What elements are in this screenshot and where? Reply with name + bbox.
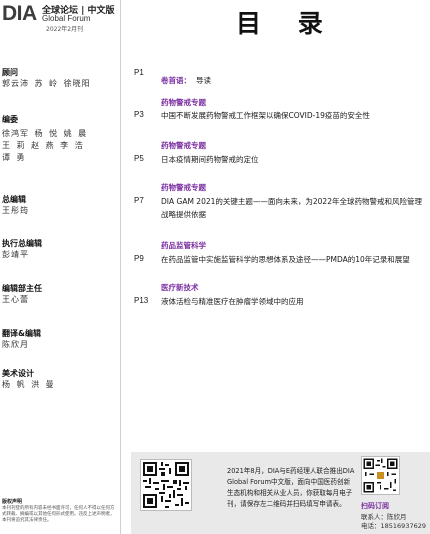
copyright-title: 版权声明	[2, 499, 23, 505]
toc-title: 日本疫情期间药物警戒的定位	[161, 155, 259, 164]
toc-category: 药物警戒专题	[161, 98, 206, 107]
toc-category: 药物警戒专题	[161, 141, 206, 150]
sidebar-section-chief-editor: 总编辑 王彤筠	[2, 194, 118, 217]
brand-title-en: Global Forum	[42, 14, 91, 23]
dia-logo: DIA	[2, 2, 37, 26]
qr-code-icon[interactable]	[361, 456, 400, 495]
names-line: 陈欣月	[2, 340, 29, 349]
toc-category: 医疗新技术	[161, 283, 199, 292]
sidebar-section-art-design: 美术设计 杨 帆 洪 曼	[2, 368, 118, 391]
section-title: 执行总编辑	[2, 239, 42, 248]
toc-body: DIA GAM 2021的关键主题——面向未来，为2022年全球药物警戒和风险管…	[161, 195, 427, 221]
section-names: 王彤筠	[2, 205, 118, 217]
sidebar-section-executive-editor: 执行总编辑 彭靖平	[2, 238, 118, 261]
sidebar-section-office-director: 编辑部主任 王心蕾	[2, 283, 118, 306]
toc-title: DIA GAM 2021的关键主题——面向未来，为2022年全球药物警戒和风险管…	[161, 197, 422, 219]
toc-title: 液体活检与精准医疗在肿瘤学领域中的应用	[161, 297, 304, 306]
brand-header: DIA 全球论坛 | 中文版 Global Forum 2022年2月刊	[2, 2, 120, 33]
toc-category: 卷首语：	[161, 76, 191, 85]
toc-category: 药物警戒专题	[161, 183, 206, 192]
sidebar-section-editorial-board: 编委 徐鸿军 杨 悦 姚 晨 王 莉 赵 燕 李 浩 谭 勇	[2, 114, 118, 164]
section-names: 彭靖平	[2, 249, 118, 261]
section-names: 王心蕾	[2, 294, 118, 306]
copyright-notice: 版权声明 本刊刊登的所有内容未经书面许可，任何人不得以任何方式转载、摘编或以其他…	[2, 499, 118, 524]
names-line: 王 莉 赵 燕 李 浩	[2, 141, 84, 150]
sidebar: DIA 全球论坛 | 中文版 Global Forum 2022年2月刊 顾问 …	[0, 0, 121, 534]
contact-phone: 电话：18516937629	[361, 522, 426, 530]
subscription-description: 2021年8月，DIA与E药经理人联合推出DIA Global Forum中文版…	[227, 467, 355, 508]
toc-page-number: P13	[134, 296, 149, 305]
toc-body: 卷首语： 导读	[161, 68, 427, 87]
toc-title: 中国不断发展药物警戒工作框架以确保COVID-19疫苗的安全性	[161, 111, 370, 120]
toc-body: 中国不断发展药物警戒工作框架以确保COVID-19疫苗的安全性	[161, 109, 427, 122]
names-line: 谭 勇	[2, 153, 26, 162]
section-title: 顾问	[2, 68, 18, 77]
toc-page-number: P1	[134, 68, 144, 77]
toc-body: 药物警戒专题	[161, 182, 427, 193]
toc-page-number: P9	[134, 254, 144, 263]
toc-page-number: P7	[134, 196, 144, 205]
sidebar-section-translator: 翻译&编辑 陈欣月	[2, 328, 118, 351]
toc-category: 药品监管科学	[161, 241, 206, 250]
names-line: 徐鸿军 杨 悦 姚 晨	[2, 129, 88, 138]
subscription-footer: 2021年8月，DIA与E药经理人联合推出DIA Global Forum中文版…	[131, 452, 430, 534]
section-title: 翻译&编辑	[2, 329, 41, 338]
names-line: 彭靖平	[2, 250, 29, 259]
copyright-text: 本刊刊登的所有内容未经书面许可，任何人不得以任何方式转载、摘编或以其他任何形式使…	[2, 506, 115, 523]
section-title: 美术设计	[2, 369, 34, 378]
section-names: 杨 帆 洪 曼	[2, 379, 118, 391]
names-line: 王心蕾	[2, 295, 29, 304]
qr-code-icon[interactable]	[140, 459, 192, 511]
issue-date: 2022年2月刊	[46, 26, 84, 33]
section-names: 徐鸿军 杨 悦 姚 晨 王 莉 赵 燕 李 浩 谭 勇	[2, 128, 118, 164]
section-names: 陈欣月	[2, 339, 118, 351]
names-line: 郭云沛 苏 岭 徐晓阳	[2, 79, 91, 88]
logo-text: DIA	[2, 2, 37, 25]
section-title: 编辑部主任	[2, 284, 42, 293]
toc-page-number: P3	[134, 110, 144, 119]
names-line: 杨 帆 洪 曼	[2, 380, 55, 389]
toc-page-number: P5	[134, 154, 144, 163]
toc-body: 在药品监管中实施监管科学的思想体系及途径——PMDA的10年记录和展望	[161, 253, 427, 266]
page-title: 目 录	[236, 9, 337, 38]
toc-body: 液体活检与精准医疗在肿瘤学领域中的应用	[161, 295, 427, 308]
contact-info: 联系人：陈欣月 电话：18516937629	[361, 513, 426, 531]
subscribe-label: 扫码订阅	[361, 502, 389, 510]
toc-body: 医疗新技术	[161, 282, 427, 293]
names-line: 王彤筠	[2, 206, 29, 215]
section-names: 郭云沛 苏 岭 徐晓阳	[2, 78, 118, 90]
toc-body: 药品监管科学	[161, 240, 427, 251]
toc-title: 导读	[196, 76, 211, 85]
toc-body: 药物警戒专题	[161, 140, 427, 151]
contact-name: 联系人：陈欣月	[361, 513, 407, 521]
section-title: 总编辑	[2, 195, 26, 204]
sidebar-section-advisors: 顾问 郭云沛 苏 岭 徐晓阳	[2, 67, 118, 90]
toc-title: 在药品监管中实施监管科学的思想体系及途径——PMDA的10年记录和展望	[161, 255, 410, 264]
toc-body: 药物警戒专题	[161, 97, 427, 108]
section-title: 编委	[2, 115, 18, 124]
toc-body: 日本疫情期间药物警戒的定位	[161, 153, 427, 166]
